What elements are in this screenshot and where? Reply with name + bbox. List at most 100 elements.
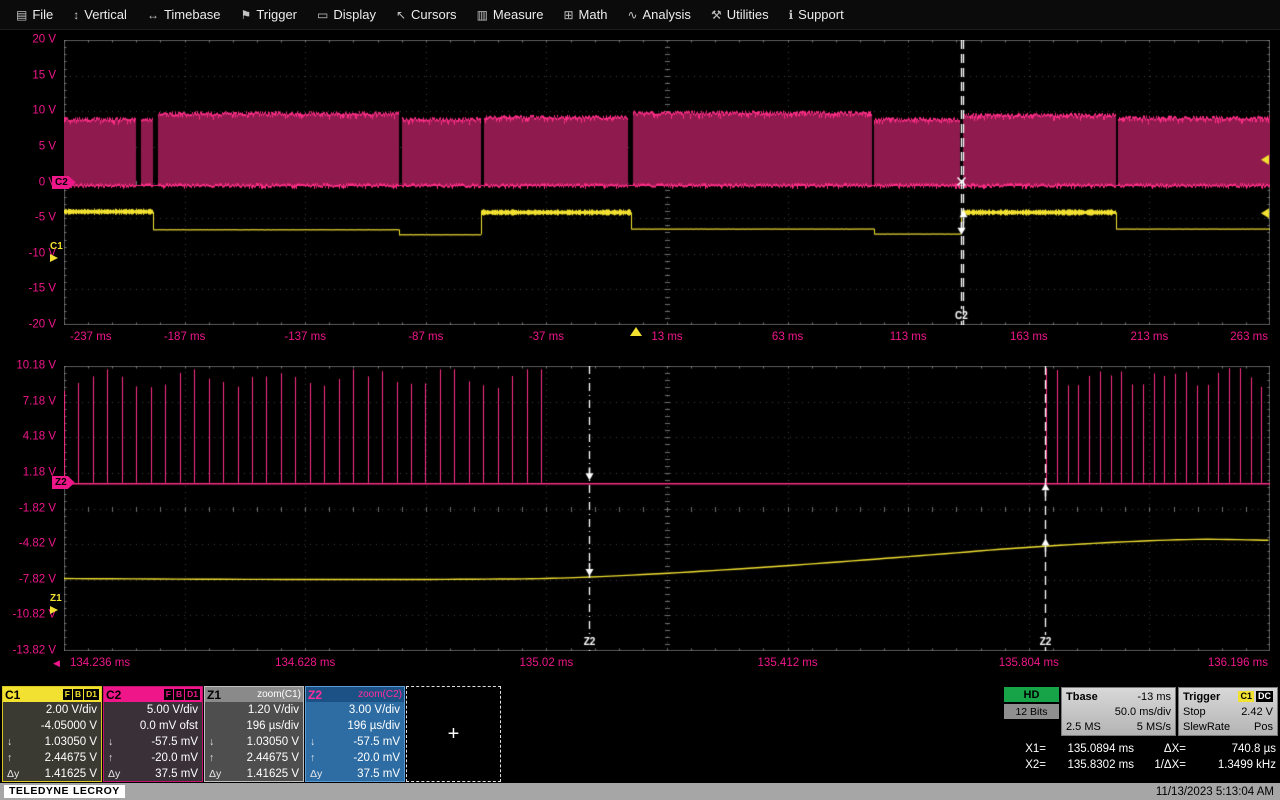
dx-label: ΔX=	[1140, 743, 1186, 755]
cursor-value: 2.44675 V	[247, 752, 299, 764]
zoom-waveform-grid[interactable]	[64, 366, 1270, 651]
menu-bar: ▤File↕Vertical↔Timebase⚑Trigger▭Display↖…	[0, 0, 1280, 30]
badge-f: F	[164, 689, 173, 700]
menu-item-measure[interactable]: ▥Measure	[467, 0, 554, 30]
menu-item-math[interactable]: ⊞Math	[553, 0, 617, 30]
y-axis-label: -7.82 V	[0, 574, 56, 586]
menu-item-analysis[interactable]: ∿Analysis	[617, 0, 700, 30]
trigger-icon: ⚑	[241, 9, 252, 21]
hd-mode-indicator[interactable]: HD	[1004, 687, 1059, 702]
cursor-readout-row: ↑-20.0 mV	[104, 750, 202, 766]
cursor-mark-icon: Δy	[209, 768, 221, 780]
cursor-readout-row: ↑2.44675 V	[205, 750, 303, 766]
y-axis-label: 7.18 V	[0, 396, 56, 408]
x-axis-label: -237 ms	[70, 332, 112, 344]
menu-item-vertical[interactable]: ↕ Vertical	[63, 0, 137, 30]
trigger-mode: Stop	[1183, 706, 1206, 718]
cursor-readout-row: Δy37.5 mV	[104, 766, 202, 782]
pan-left-arrow-icon[interactable]: ◀	[53, 659, 60, 668]
trace-descriptor-z1[interactable]: Z1zoom(C1)1.20 V/div196 µs/div↓1.03050 V…	[204, 686, 304, 782]
menu-item-cursors[interactable]: ↖Cursors	[386, 0, 467, 30]
menu-item-label: Support	[798, 7, 844, 22]
badge-f: F	[63, 689, 72, 700]
trace-title: C2	[106, 688, 121, 702]
c1-marker-arrow-icon	[50, 254, 58, 262]
cursor-readout-row: Δy37.5 mV	[306, 766, 404, 782]
z1-marker-label: Z1	[50, 594, 62, 604]
descriptor-value: 0.0 mV ofst	[104, 718, 202, 734]
cursors-icon: ↖	[396, 9, 406, 21]
menu-item-support[interactable]: ℹSupport	[779, 0, 854, 30]
trace-descriptor-c2[interactable]: C2FBD15.00 V/div0.0 mV ofst↓-57.5 mV↑-20…	[103, 686, 203, 782]
display-icon: ▭	[317, 9, 328, 21]
y-axis-label: 5 V	[0, 141, 56, 153]
x1-value: 135.0894 ms	[1046, 743, 1134, 755]
trace-source: zoom(C2)	[358, 689, 402, 700]
cursor-value: 37.5 mV	[155, 768, 198, 780]
cursor-readouts: X1= 135.0894 ms ΔX= 740.8 µs X2= 135.830…	[1004, 741, 1278, 773]
cursor-readout-row: ↓ 1.03050 V	[3, 734, 101, 750]
x2-value: 135.8302 ms	[1046, 759, 1134, 771]
measure-icon: ▥	[477, 9, 488, 21]
trace-title: Z1	[207, 688, 221, 702]
y-axis-label: 15 V	[0, 70, 56, 82]
trigger-coupling-badge: DC	[1256, 691, 1273, 702]
y-axis-label: -1.82 V	[0, 503, 56, 515]
cursor-readout-row: ↓-57.5 mV	[104, 734, 202, 750]
trace-descriptor-z2[interactable]: Z2zoom(C2)3.00 V/div196 µs/div↓-57.5 mV↑…	[305, 686, 405, 782]
vertical-icon: ↕	[73, 9, 79, 21]
badge-b: B	[174, 689, 184, 700]
trigger-panel[interactable]: Trigger C1 DC Stop 2.42 V SlewRate Pos	[1178, 687, 1278, 736]
y-axis-label: 4.18 V	[0, 432, 56, 444]
menu-item-utilities[interactable]: ⚒Utilities	[701, 0, 779, 30]
cursor-value: 1.41625 V	[45, 768, 97, 780]
timebase-panel[interactable]: Tbase -13 ms 50.0 ms/div 2.5 MS 5 MS/s	[1061, 687, 1176, 736]
z1-zero-marker[interactable]: Z1	[50, 594, 62, 614]
menu-item-label: Vertical	[84, 7, 127, 22]
menu-item-trigger[interactable]: ⚑Trigger	[231, 0, 307, 30]
trace-descriptor-c1[interactable]: C1FBD12.00 V/div-4.05000 V↓1.03050 V↑2.4…	[2, 686, 102, 782]
status-bar: TELEDYNE LECROY 11/13/2023 5:13:04 AM	[0, 783, 1280, 800]
menu-item-display[interactable]: ▭Display	[307, 0, 386, 30]
menu-item-file[interactable]: ▤File	[6, 0, 63, 30]
c1-zero-marker[interactable]: C1	[50, 242, 63, 262]
cursor-mark-icon: ↑	[310, 752, 315, 764]
x-axis-label: 135.412 ms	[758, 658, 818, 670]
trigger-type: SlewRate	[1183, 721, 1230, 733]
teledyne-lecroy-logo: TELEDYNE LECROY	[4, 785, 125, 798]
trigger-position-marker[interactable]	[630, 327, 642, 336]
trace-title: Z2	[308, 688, 322, 702]
x-axis-label: -137 ms	[284, 332, 326, 344]
add-trace-dropzone[interactable]: +	[406, 686, 501, 782]
menu-item-label: Timebase	[164, 7, 221, 22]
y-axis-label: -5 V	[0, 212, 56, 224]
cursor-mark-icon: ↓	[209, 736, 214, 748]
y-axis-label: -10.82 V	[0, 610, 56, 622]
trigger-slope: Pos	[1254, 721, 1273, 733]
y-axis-label: -4.82 V	[0, 538, 56, 550]
cursor-value: -57.5 mV	[353, 736, 400, 748]
x-axis-label: 63 ms	[772, 332, 803, 344]
x-axis-label: 113 ms	[890, 332, 927, 344]
cursor-readout-row: ↑2.44675 V	[3, 750, 101, 766]
utilities-icon: ⚒	[711, 9, 722, 21]
main-waveform-grid[interactable]	[64, 40, 1270, 325]
cursor-value: 1.03050 V	[247, 736, 299, 748]
y-axis-label: -15 V	[0, 284, 56, 296]
descriptor-value: 196 µs/div	[205, 718, 303, 734]
cursor-mark-icon: ↓	[7, 736, 12, 748]
file-icon: ▤	[16, 9, 27, 21]
cursor-value: 2.44675 V	[45, 752, 97, 764]
badge-d1: D1	[84, 689, 99, 700]
descriptor-value: 2.00 V/div	[3, 702, 101, 718]
cursor-value: 1.03050 V	[45, 736, 97, 748]
cursor-readout-row: ↓ 1.03050 V	[205, 734, 303, 750]
menu-item-timebase[interactable]: ↔Timebase	[137, 0, 231, 30]
trace-source: zoom(C1)	[257, 689, 301, 700]
y-axis-label: 0 V	[0, 177, 56, 189]
trigger-source-badge: C1	[1238, 691, 1254, 702]
x-axis-label: 134.628 ms	[275, 658, 335, 670]
descriptor-value: 196 µs/div	[306, 718, 404, 734]
menu-item-label: Math	[579, 7, 608, 22]
y-axis-label: -13.82 V	[0, 645, 56, 657]
